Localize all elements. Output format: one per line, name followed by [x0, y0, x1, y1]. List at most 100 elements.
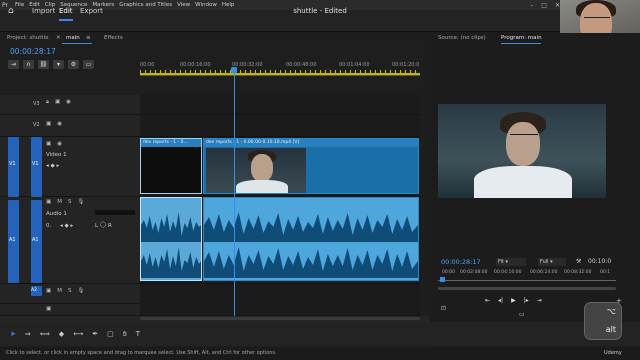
add-marker-icon[interactable]: ▾ [53, 60, 64, 69]
active-tab-indicator [59, 19, 73, 21]
zoom-select-value: Fit [498, 259, 504, 265]
track-area-v2[interactable] [140, 115, 420, 137]
program-zoom-bar[interactable] [438, 287, 616, 290]
hand-tool-icon[interactable]: ✋︎ [123, 330, 127, 339]
audio-waveform [204, 247, 418, 278]
export-frame-icon[interactable]: ▭ [519, 311, 525, 318]
target-track-v1[interactable]: V1 [31, 137, 42, 197]
target-track-a1[interactable]: A1 [31, 200, 42, 283]
audio-clip[interactable] [203, 197, 419, 281]
wrench-icon[interactable]: ⚒ [576, 258, 581, 265]
program-mini-ruler[interactable]: 00:00 00:02:08:00 00:04:16:00 00:06:24:0… [438, 270, 616, 280]
tab-project[interactable]: Project: shuttle [7, 35, 48, 41]
tab-menu-icon[interactable]: ≡ [86, 35, 91, 41]
track-controls: ▣ ◉ [46, 121, 62, 127]
mark-in-icon[interactable]: ⇤ [485, 297, 490, 304]
tab-effects[interactable]: Effects [104, 35, 123, 41]
sync-icon[interactable]: ▣ [46, 306, 51, 312]
snap-icon[interactable]: ∩ [23, 60, 34, 69]
step-back-icon[interactable]: ◂| [498, 297, 503, 304]
captions-icon[interactable]: ▭ [83, 60, 94, 69]
video-clip[interactable]: dev reports - 1 - 0... [140, 138, 202, 194]
pan-knob-icon[interactable]: ◯ [100, 222, 106, 228]
track-select-tool-icon[interactable]: ⇒ [25, 330, 31, 339]
mute-button[interactable]: M [57, 199, 62, 205]
target-track-label: A1 [32, 237, 39, 243]
active-tab-indicator [62, 43, 92, 44]
active-tab-indicator [501, 43, 541, 44]
mute-button[interactable]: M [57, 288, 62, 294]
type-tool-icon[interactable]: T [136, 330, 140, 339]
wrench-icon[interactable]: ⚙ [68, 60, 79, 69]
eye-icon[interactable]: ◉ [66, 99, 71, 106]
track-name-video1: Video 1 [46, 152, 67, 158]
pen-tool-icon[interactable]: ✒ [92, 330, 98, 339]
ripple-edit-tool-icon[interactable]: ⟺ [40, 330, 50, 339]
track-header-a1: ▣ M S 🎙︎ Audio 1 0. ◂ ◆ ▸ L ◯ R [0, 197, 140, 284]
linked-selection-icon[interactable]: ⛓ [38, 60, 49, 69]
microphone-icon[interactable]: 🎙︎ [77, 199, 84, 205]
mini-ruler-label: 00:04:16:00 [494, 270, 522, 275]
slip-tool-icon[interactable]: ⟷ [73, 330, 83, 339]
audio-meter [95, 210, 135, 215]
sync-icon[interactable]: ▣ [55, 99, 60, 106]
preview-shirt [474, 166, 572, 198]
preview-glasses [510, 134, 538, 140]
microphone-icon[interactable]: 🎙︎ [77, 288, 84, 294]
mini-playhead[interactable] [440, 277, 445, 282]
close-tab-icon[interactable]: ✕ [56, 35, 61, 41]
track-area-a2[interactable] [140, 284, 420, 316]
timeline-horizontal-scrollbar[interactable] [140, 317, 420, 320]
step-forward-icon[interactable]: |▸ [524, 297, 529, 304]
sync-icon[interactable]: ▣ [46, 121, 51, 127]
resolution-select[interactable]: Full ▾ [538, 258, 566, 266]
track-area-v3[interactable] [140, 95, 420, 115]
timeline-timecode[interactable]: 00:00:28:17 [10, 47, 56, 56]
solo-button[interactable]: S [68, 199, 72, 205]
keyframe-nav-icon[interactable]: ◂ ◆ ▸ [46, 163, 59, 169]
video-clip[interactable]: dev reports - 1 - 0.00.00-0.10.10.mp4 [V… [203, 138, 419, 194]
selection-tool-icon[interactable]: ➤ [10, 330, 16, 339]
rectangle-tool-icon[interactable]: ▢ [107, 330, 114, 339]
program-video-preview[interactable] [438, 104, 606, 198]
keyframe-nav-icon[interactable]: ◂ ◆ ▸ [60, 223, 73, 229]
track-controls: 🔒︎ ▣ ◉ [46, 99, 71, 106]
eye-icon[interactable]: ◉ [57, 121, 62, 127]
ruler-label: 00:00:48:00 [286, 62, 317, 68]
sync-icon[interactable]: ▣ [46, 288, 51, 294]
tab-main-sequence[interactable]: main [66, 35, 80, 41]
track-controls: ▣ M S 🎙︎ [46, 199, 84, 205]
tab-program-monitor[interactable]: Program: main [501, 35, 542, 41]
sync-icon[interactable]: ▣ [46, 141, 51, 147]
clip-thumbnail [206, 148, 306, 193]
playhead-line[interactable] [234, 72, 235, 316]
play-icon[interactable]: ▶ [511, 297, 516, 304]
work-area-bar[interactable] [140, 73, 420, 75]
tab-source-monitor[interactable]: Source: (no clips) [438, 35, 486, 41]
track-header-v1: ▣ ◉ Video 1 ◂ ◆ ▸ [0, 137, 140, 197]
program-duration: 00:10:0 [588, 258, 612, 265]
solo-button[interactable]: S [68, 288, 72, 294]
source-patch-a1[interactable]: A1 [8, 200, 19, 283]
clip-title: dev reports - 1 - 0.00.00-0.10.10.mp4 [V… [204, 139, 418, 147]
sync-icon[interactable]: ▣ [46, 199, 51, 205]
target-track-a2[interactable]: A2 [31, 286, 42, 296]
mini-ruler-label: 00:02:08:00 [460, 270, 488, 275]
insert-sequence-icon[interactable]: ⇥ [8, 60, 19, 69]
mini-ruler-label: 00:1 [600, 270, 611, 275]
source-patch-label: A1 [9, 237, 16, 243]
program-timecode[interactable]: 00:00:28:17 [441, 258, 481, 266]
zoom-select[interactable]: Fit ▾ [496, 258, 526, 266]
eye-icon[interactable]: ◉ [57, 141, 62, 147]
track-volume[interactable]: 0. [46, 223, 51, 229]
source-patch-v1[interactable]: V1 [8, 137, 19, 197]
audio-waveform [204, 212, 418, 242]
safe-margins-icon[interactable]: ⊡ [441, 305, 446, 312]
track-header-v3: V3 🔒︎ ▣ ◉ [0, 95, 140, 115]
audio-clip[interactable] [140, 197, 202, 281]
mark-out-icon[interactable]: ⇥ [537, 297, 542, 304]
preview-face [506, 122, 540, 166]
lock-icon[interactable]: 🔒︎ [46, 99, 49, 106]
track-header-a3: ▣ [0, 304, 140, 316]
razor-tool-icon[interactable]: ◆ [59, 330, 64, 339]
